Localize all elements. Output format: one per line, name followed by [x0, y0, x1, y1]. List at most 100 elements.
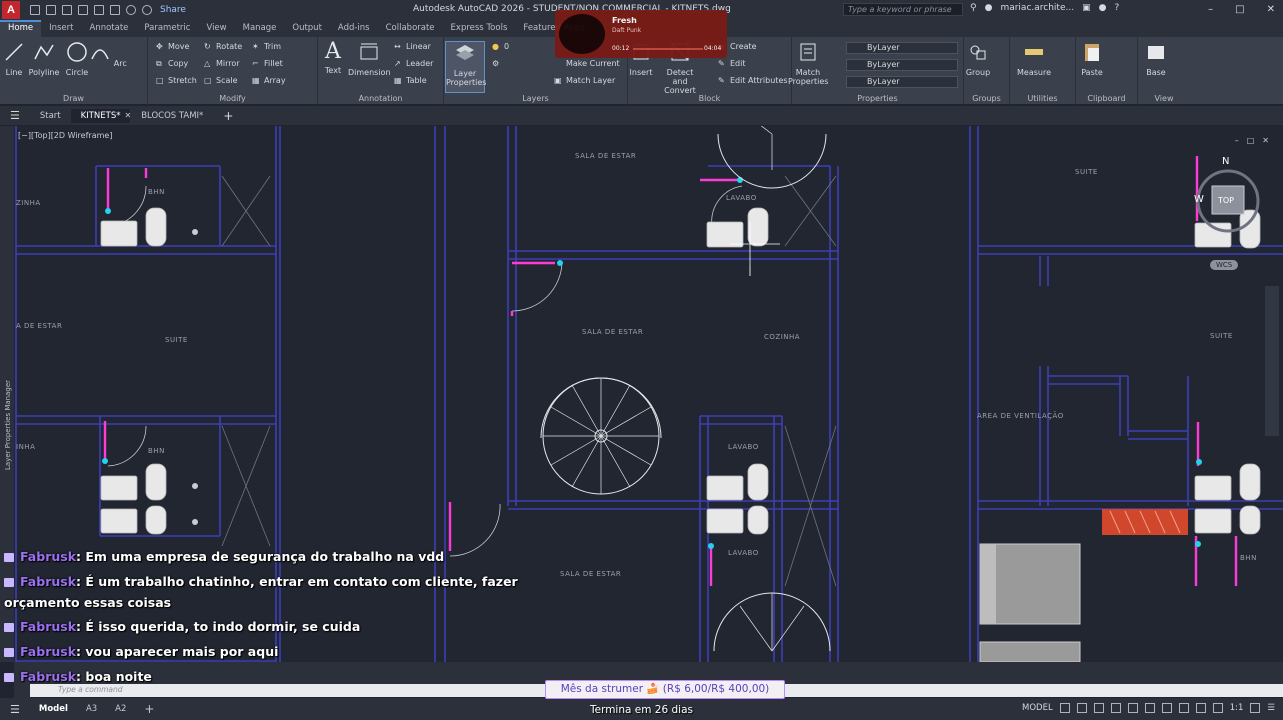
cart-icon[interactable]: ▣ [1082, 3, 1091, 13]
edit-attributes-button[interactable]: ✎ Edit Attributes [718, 76, 788, 85]
base-button[interactable]: Base [1138, 41, 1174, 77]
viewcube-top[interactable]: TOP [1218, 196, 1234, 205]
layer-properties-icon [456, 45, 474, 60]
tab-add-ins[interactable]: Add-ins [330, 20, 378, 37]
measure-icon [1025, 49, 1043, 55]
text-button[interactable]: A Text [314, 41, 352, 76]
autocad-logo-icon[interactable]: A [2, 1, 20, 19]
chat-text: : boa noite [76, 669, 152, 684]
edit-block-button[interactable]: ✎ Edit [718, 59, 746, 68]
viewport-close-icon[interactable]: ✕ [1262, 136, 1269, 145]
match-layer-button[interactable]: ▣ Match Layer [554, 76, 615, 85]
menu-icon[interactable]: ☰ [0, 109, 30, 122]
wcs-badge[interactable]: WCS [1210, 260, 1239, 270]
tab-home[interactable]: Home [0, 20, 42, 37]
minimize-icon[interactable]: – [1208, 4, 1213, 15]
navigation-bar[interactable] [1265, 286, 1279, 436]
utilities-panel-title[interactable]: Utilities [1010, 94, 1075, 103]
tab-parametric[interactable]: Parametric [136, 20, 198, 37]
rotate-button[interactable]: ↻ Rotate [204, 42, 242, 51]
stretch-button[interactable]: □ Stretch [156, 76, 197, 85]
search-input[interactable]: Type a keyword or phrase [843, 3, 963, 16]
tab-view[interactable]: View [198, 20, 234, 37]
block-panel-title[interactable]: Block [628, 94, 791, 103]
tab-start[interactable]: Start [30, 109, 71, 123]
color-dropdown[interactable]: ByLayer [846, 42, 958, 54]
groups-panel-title[interactable]: Groups [964, 94, 1009, 103]
tab-blocos-tami[interactable]: BLOCOS TAMI* [131, 109, 213, 123]
chat-text: : vou aparecer mais por aqui [76, 644, 279, 659]
group-button[interactable]: Group [960, 41, 996, 77]
move-button[interactable]: ✥ Move [156, 42, 189, 51]
quick-access-toolbar [30, 5, 152, 15]
line-label: Line [5, 68, 23, 77]
tab-annotate[interactable]: Annotate [82, 20, 137, 37]
linetype-dropdown[interactable]: ByLayer [846, 59, 958, 71]
base-icon [1148, 46, 1164, 59]
tab-express-tools[interactable]: Express Tools [443, 20, 516, 37]
paste-icon [1085, 44, 1099, 61]
chat-username: Fabrusk [20, 619, 77, 634]
layers-panel-title[interactable]: Layers [444, 94, 627, 103]
close-tab-icon[interactable]: ✕ [124, 111, 131, 120]
match-layer-label: Match Layer [566, 76, 616, 85]
arc-button[interactable]: Arc [89, 41, 127, 68]
tab-kitnets[interactable]: KITNETS* [70, 108, 131, 123]
array-button[interactable]: ▦ Array [252, 76, 286, 85]
new-file-icon[interactable] [30, 5, 40, 15]
measure-button[interactable]: Measure [1014, 41, 1054, 77]
mirror-label: Mirror [216, 59, 240, 68]
paste-button[interactable]: Paste [1074, 41, 1110, 77]
layer-dropdown[interactable]: ● 0 [492, 42, 509, 51]
print-icon[interactable] [110, 5, 120, 15]
text-label: Text [324, 66, 342, 75]
groups-panel: Group Groups [964, 37, 1010, 105]
lineweight-dropdown[interactable]: ByLayer [846, 76, 958, 88]
clipboard-panel-title[interactable]: Clipboard [1076, 94, 1137, 103]
chat-text: orçamento essas coisas [4, 595, 172, 610]
leader-button[interactable]: ↗ Leader [394, 59, 433, 68]
user-name[interactable]: mariac.archite... [1000, 3, 1074, 13]
polyline-label: Polyline [28, 68, 60, 77]
viewport-restore-icon[interactable]: □ [1247, 136, 1255, 145]
save-icon[interactable] [62, 5, 72, 15]
tab-output[interactable]: Output [284, 20, 330, 37]
fillet-button[interactable]: ⌐ Fillet [252, 59, 283, 68]
save-as-icon[interactable] [78, 5, 88, 15]
viewport-minimize-icon[interactable]: – [1235, 136, 1239, 145]
viewcube[interactable]: N W TOP WCS [1188, 156, 1268, 270]
new-tab-icon[interactable]: + [213, 109, 243, 123]
match-properties-button[interactable]: Match Properties [788, 41, 828, 86]
close-icon[interactable]: ✕ [1267, 4, 1275, 15]
dimension-button[interactable]: Dimension [348, 41, 391, 77]
tab-collaborate[interactable]: Collaborate [378, 20, 443, 37]
tab-insert[interactable]: Insert [41, 20, 81, 37]
make-current-button[interactable]: Make Current [566, 59, 620, 68]
draw-panel-title[interactable]: Draw [0, 94, 147, 103]
open-web-icon[interactable] [94, 5, 104, 15]
help-icon[interactable]: ? [1114, 3, 1119, 13]
table-button[interactable]: ▦ Table [394, 76, 427, 85]
user-icon[interactable]: ● [985, 3, 993, 13]
share-button[interactable]: Share [160, 5, 186, 15]
maximize-icon[interactable]: □ [1235, 4, 1244, 15]
subscription-goal-badge: Mês da strumer 🍰 (R$ 6,00/R$ 400,00) [545, 680, 785, 699]
tab-manage[interactable]: Manage [235, 20, 285, 37]
redo-icon[interactable] [142, 5, 152, 15]
linear-button[interactable]: ↔ Linear [394, 42, 431, 51]
exchange-icon[interactable]: ● [1099, 3, 1107, 13]
modify-panel-title[interactable]: Modify [148, 94, 317, 103]
search-icon[interactable]: ⚲ [970, 3, 977, 13]
trim-button[interactable]: ✶ Trim [252, 42, 281, 51]
view-panel-title[interactable]: View [1138, 94, 1190, 103]
mirror-button[interactable]: △ Mirror [204, 59, 240, 68]
properties-panel-title[interactable]: Properties [792, 94, 963, 103]
layer-tools-row[interactable]: ⚙ [492, 59, 501, 68]
scale-button[interactable]: ▢ Scale [204, 76, 238, 85]
viewport-controls[interactable]: [−][Top][2D Wireframe] [18, 131, 112, 140]
layer-properties-button[interactable]: Layer Properties [445, 41, 486, 93]
copy-button[interactable]: ⧉ Copy [156, 59, 188, 68]
annotation-panel-title[interactable]: Annotation [318, 94, 443, 103]
open-file-icon[interactable] [46, 5, 56, 15]
undo-icon[interactable] [126, 5, 136, 15]
